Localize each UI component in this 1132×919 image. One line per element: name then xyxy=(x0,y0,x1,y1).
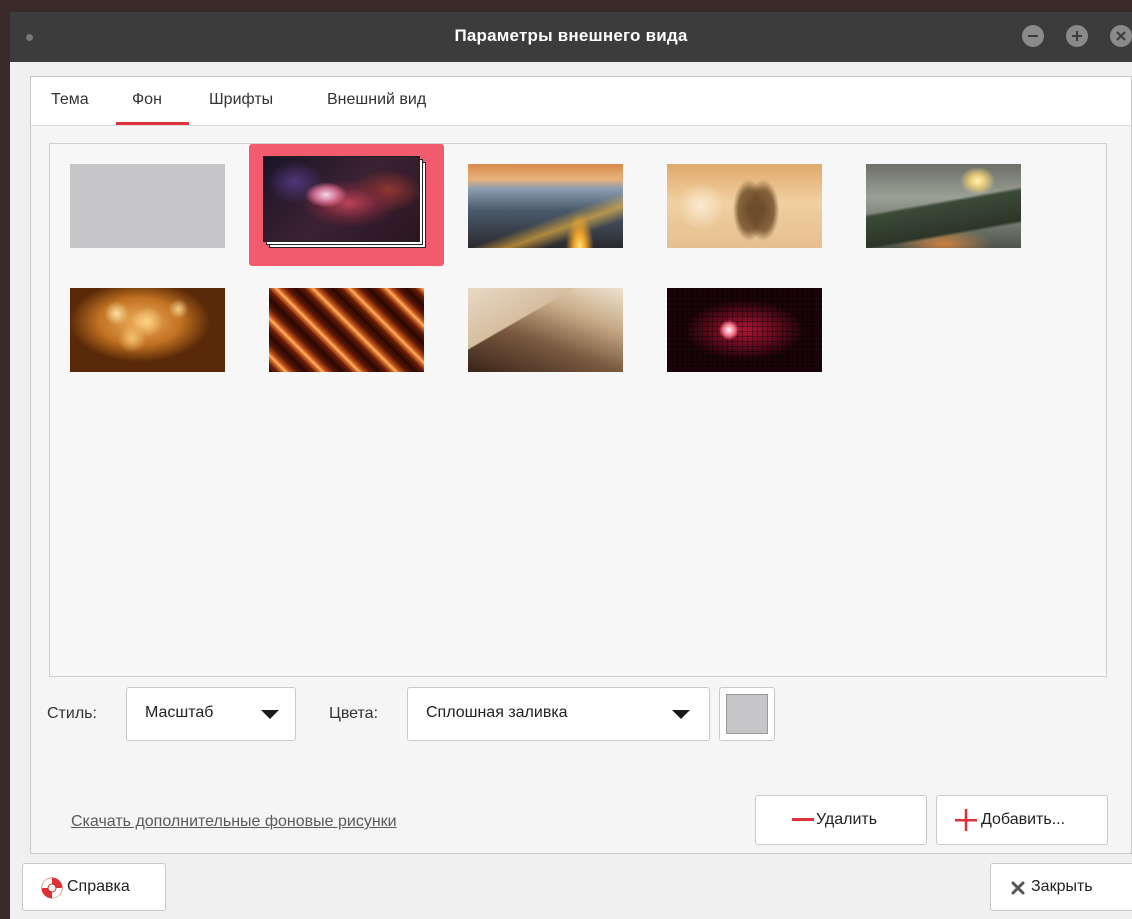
chevron-down-icon xyxy=(672,710,690,719)
tab-bar: Тема Фон Шрифты Внешний вид xyxy=(31,77,1131,126)
minimize-icon[interactable] xyxy=(1022,25,1044,47)
plus-icon xyxy=(955,809,977,831)
style-value: Масштаб xyxy=(145,704,214,721)
close-button[interactable]: Закрыть xyxy=(990,863,1132,911)
close-label: Закрыть xyxy=(1031,878,1093,895)
download-backgrounds-link[interactable]: Скачать дополнительные фоновые рисунки xyxy=(71,813,397,831)
title-bar[interactable]: Параметры внешнего вида xyxy=(10,12,1132,62)
wallpaper-golden-bokeh[interactable] xyxy=(70,288,225,372)
style-label: Стиль: xyxy=(47,705,97,722)
appearance-window: Параметры внешнего вида Тема Фон Шрифты … xyxy=(10,12,1132,919)
colors-label: Цвета: xyxy=(329,705,379,722)
colors-value: Сплошная заливка xyxy=(426,704,568,721)
help-label: Справка xyxy=(67,878,130,895)
close-icon xyxy=(1011,881,1025,895)
add-label: Добавить... xyxy=(981,811,1066,828)
wallpaper-armored-train[interactable] xyxy=(866,164,1021,248)
minus-icon xyxy=(792,818,814,821)
style-color-row: Стиль: Масштаб Цвета: Сплошная заливка xyxy=(31,687,1131,743)
add-button[interactable]: Добавить... xyxy=(936,795,1108,845)
colors-dropdown[interactable]: Сплошная заливка xyxy=(407,687,710,741)
color-picker-button[interactable] xyxy=(719,687,775,741)
wallpaper-monument[interactable] xyxy=(667,164,822,248)
wallpaper-beige-abstract[interactable] xyxy=(468,288,623,372)
tab-fonts[interactable]: Шрифты xyxy=(209,91,273,109)
background-panel: Тема Фон Шрифты Внешний вид Стиль: Масшт… xyxy=(30,76,1132,854)
wallpaper-orion-nebula[interactable] xyxy=(263,156,420,242)
style-dropdown[interactable]: Масштаб xyxy=(126,687,296,741)
window-title: Параметры внешнего вида xyxy=(454,26,688,45)
lifebuoy-icon xyxy=(41,877,63,899)
wallpaper-red-pixels[interactable] xyxy=(667,288,822,372)
wallpaper-road-lights[interactable] xyxy=(468,164,623,248)
wallpaper-orange-streaks[interactable] xyxy=(269,288,424,372)
remove-label: Удалить xyxy=(816,811,878,828)
maximize-icon[interactable] xyxy=(1066,25,1088,47)
wallpaper-gallery[interactable] xyxy=(49,143,1107,677)
remove-button[interactable]: Удалить xyxy=(755,795,927,845)
tab-background[interactable]: Фон xyxy=(132,91,162,109)
close-window-icon[interactable] xyxy=(1110,25,1132,47)
chevron-down-icon xyxy=(261,710,279,719)
help-button[interactable]: Справка xyxy=(22,863,166,911)
wallpaper-blank[interactable] xyxy=(70,164,225,248)
color-swatch xyxy=(726,694,768,734)
tab-appearance[interactable]: Внешний вид xyxy=(327,91,426,109)
tab-theme[interactable]: Тема xyxy=(51,91,89,109)
active-tab-indicator xyxy=(116,122,189,125)
